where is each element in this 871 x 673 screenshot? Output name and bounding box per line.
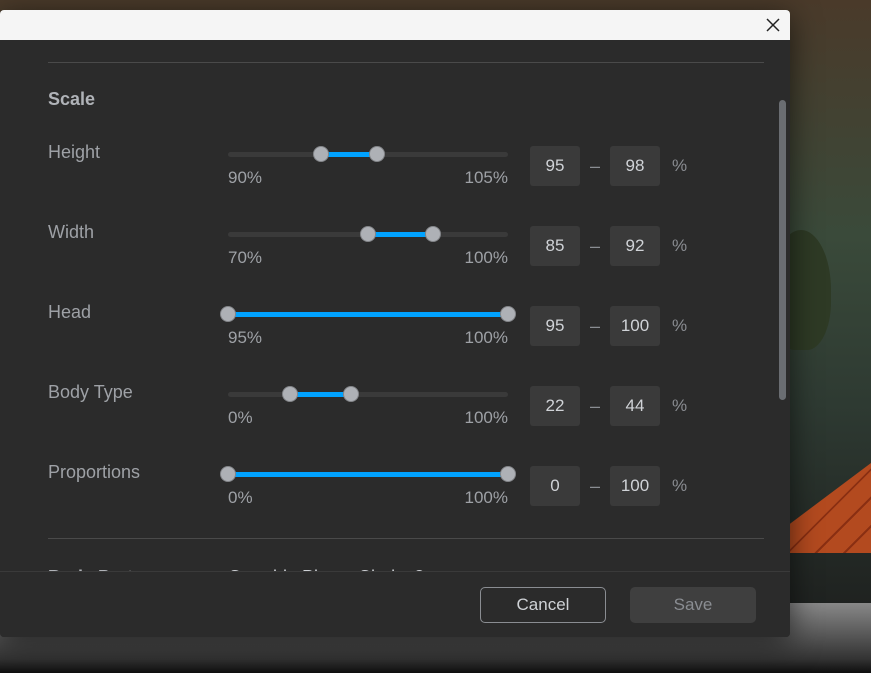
slider-max-label: 100% (465, 248, 508, 268)
cancel-button[interactable]: Cancel (480, 587, 606, 623)
slider-track (368, 232, 433, 237)
slider-track (290, 392, 352, 397)
slider-label-bodytype: Body Type (48, 378, 228, 403)
slider-thumb-min[interactable] (360, 226, 376, 242)
unit-label: % (672, 156, 687, 176)
scrollbar-thumb[interactable] (779, 100, 786, 400)
slider-thumb-max[interactable] (500, 306, 516, 322)
slider-label-proportions: Proportions (48, 458, 228, 483)
slider-max-label: 105% (465, 168, 508, 188)
section-title-scale: Scale (48, 89, 764, 110)
range-max-input-proportions[interactable]: 100 (610, 466, 660, 506)
range-max-input-height[interactable]: 98 (610, 146, 660, 186)
range-dash: – (590, 476, 600, 497)
slider-min-label: 95% (228, 328, 262, 348)
slider-thumb-min[interactable] (220, 306, 236, 322)
close-icon[interactable] (766, 18, 780, 32)
range-min-input-proportions[interactable]: 0 (530, 466, 580, 506)
unit-label: % (672, 316, 687, 336)
range-min-input-height[interactable]: 95 (530, 146, 580, 186)
slider-thumb-max[interactable] (425, 226, 441, 242)
range-max-input-bodytype[interactable]: 44 (610, 386, 660, 426)
slider-label-height: Height (48, 138, 228, 163)
modal-footer: Cancel Save (0, 571, 790, 637)
slider-max-label: 100% (465, 408, 508, 428)
cancel-button-label: Cancel (517, 595, 570, 615)
slider-label-head: Head (48, 298, 228, 323)
range-slider-bodytype[interactable] (228, 384, 508, 404)
range-slider-width[interactable] (228, 224, 508, 244)
slider-label-width: Width (48, 218, 228, 243)
slider-max-label: 100% (465, 328, 508, 348)
slider-thumb-min[interactable] (220, 466, 236, 482)
range-dash: – (590, 396, 600, 417)
range-min-input-width[interactable]: 85 (530, 226, 580, 266)
section-divider (48, 538, 764, 539)
slider-thumb-min[interactable] (282, 386, 298, 402)
range-slider-head[interactable] (228, 304, 508, 324)
slider-thumb-max[interactable] (369, 146, 385, 162)
save-button: Save (630, 587, 756, 623)
slider-min-label: 90% (228, 168, 262, 188)
section-divider (48, 62, 764, 63)
slider-track (228, 312, 508, 317)
slider-thumb-min[interactable] (313, 146, 329, 162)
range-min-input-bodytype[interactable]: 22 (530, 386, 580, 426)
unit-label: % (672, 476, 687, 496)
slider-thumb-max[interactable] (500, 466, 516, 482)
range-slider-proportions[interactable] (228, 464, 508, 484)
slider-track (228, 472, 508, 477)
range-dash: – (590, 156, 600, 177)
unit-label: % (672, 236, 687, 256)
unit-label: % (672, 396, 687, 416)
slider-rail (228, 392, 508, 397)
range-slider-height[interactable] (228, 144, 508, 164)
slider-max-label: 100% (465, 488, 508, 508)
slider-min-label: 0% (228, 408, 253, 428)
slider-thumb-max[interactable] (343, 386, 359, 402)
slider-min-label: 70% (228, 248, 262, 268)
avatar-settings-modal: Scale Height90%105%95–98%Width70%100%85–… (0, 10, 790, 637)
scroll-area: Scale Height90%105%95–98%Width70%100%85–… (48, 40, 764, 571)
range-max-input-width[interactable]: 92 (610, 226, 660, 266)
range-dash: – (590, 316, 600, 337)
modal-titlebar (0, 10, 790, 40)
range-min-input-head[interactable]: 95 (530, 306, 580, 346)
range-max-input-head[interactable]: 100 (610, 306, 660, 346)
slider-min-label: 0% (228, 488, 253, 508)
range-dash: – (590, 236, 600, 257)
save-button-label: Save (674, 595, 713, 615)
